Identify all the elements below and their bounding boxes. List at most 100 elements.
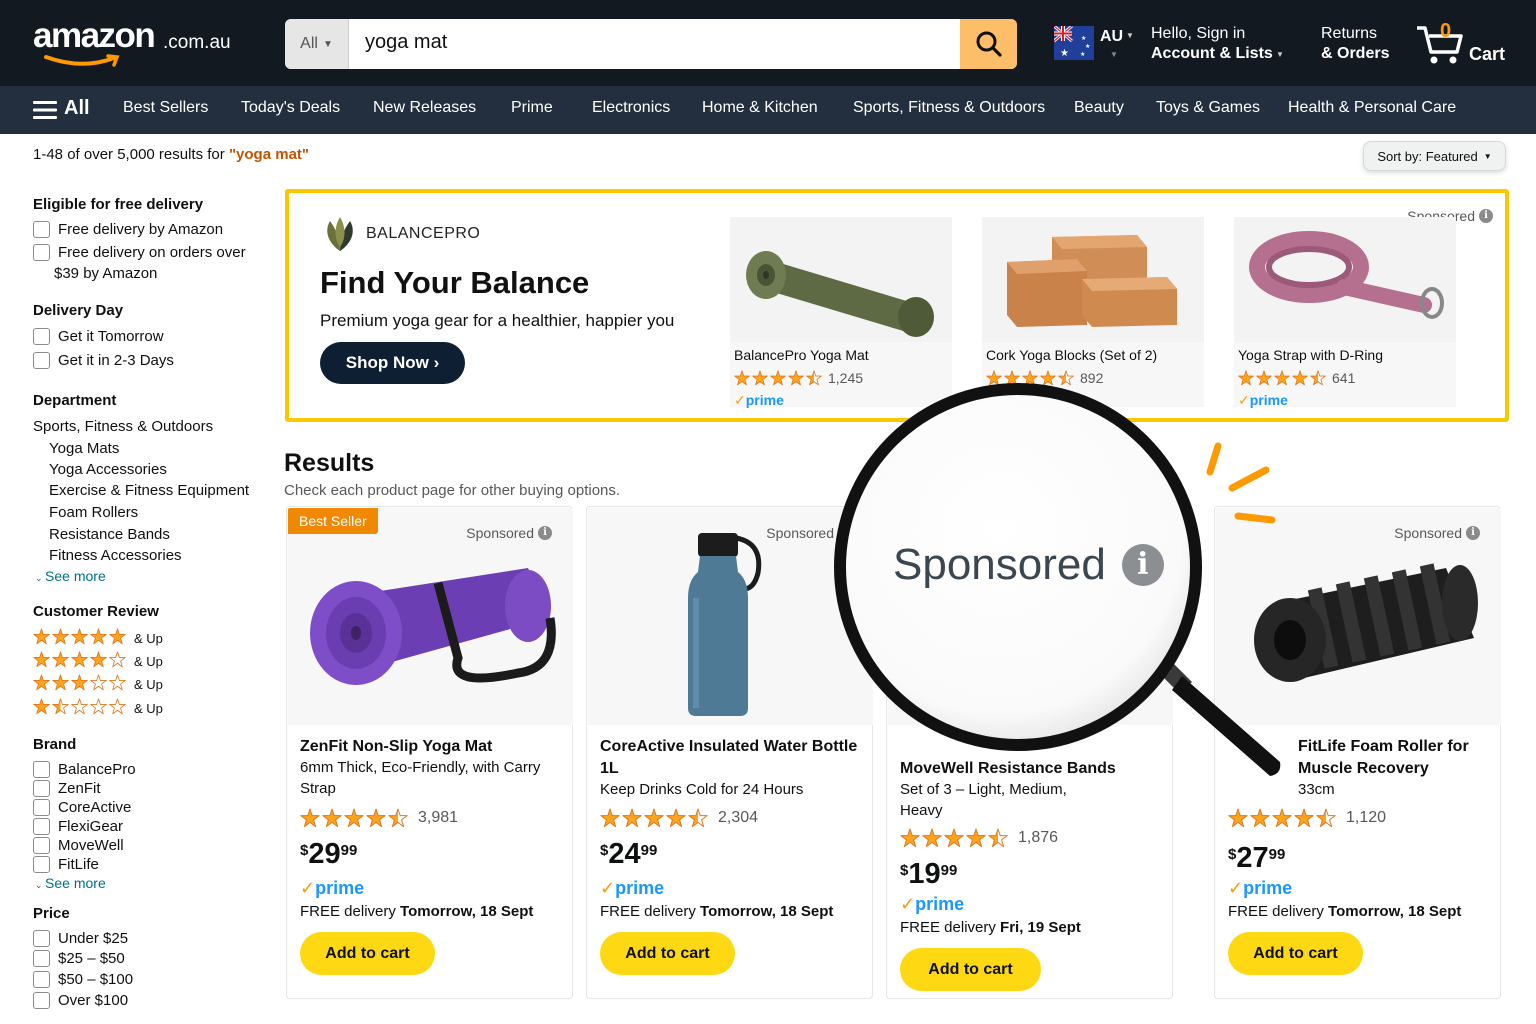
department-parent-link[interactable]: Sports, Fitness & Outdoors (33, 418, 213, 435)
sort-dropdown[interactable]: Sort by: Featured ▼ (1363, 141, 1506, 171)
prime-check-icon: ✓ (900, 894, 916, 914)
banner-product[interactable]: Cork Yoga Blocks (Set of 2) 892 (982, 217, 1204, 407)
nav-new-releases[interactable]: New Releases (373, 99, 476, 117)
checkbox[interactable] (33, 950, 50, 967)
filter-option[interactable]: Free delivery on orders over (33, 244, 246, 261)
greeting-text: Hello, Sign in (1151, 25, 1246, 42)
star-rating (33, 698, 126, 719)
checkbox[interactable] (33, 780, 50, 797)
checkbox[interactable] (33, 992, 50, 1009)
brand-option[interactable]: CoreActive (33, 799, 131, 816)
chevron-down-icon: ⌄ (35, 880, 46, 890)
star-icon (109, 651, 126, 668)
product-card[interactable]: Best Seller Sponsored i ZenFit Non-Slip Y… (286, 506, 573, 999)
review-filter-row[interactable]: & Up (33, 628, 163, 649)
star-icon (366, 808, 386, 828)
star-rating (734, 370, 822, 386)
product-subtitle: 6mm Thick, Eco-Friendly, with Carry Stra… (300, 759, 541, 797)
checkbox[interactable] (33, 818, 50, 835)
product-title[interactable]: FitLife Foam Roller for Muscle Recovery (1298, 736, 1478, 780)
brand-option[interactable]: MoveWell (33, 837, 124, 854)
delivery-info: FREE delivery Tomorrow, 18 Sept (1228, 903, 1462, 920)
star-icon (1294, 808, 1314, 828)
review-filter-row[interactable]: & Up (33, 651, 163, 672)
checkbox[interactable] (33, 856, 50, 873)
department-link[interactable]: Fitness Accessories (49, 547, 182, 564)
star-icon (33, 674, 50, 691)
review-filter-row[interactable]: & Up (33, 698, 163, 719)
nav-todays-deals[interactable]: Today's Deals (241, 99, 340, 117)
nav-home-kitchen[interactable]: Home & Kitchen (702, 99, 818, 117)
nav-beauty[interactable]: Beauty (1074, 99, 1124, 117)
price-option[interactable]: $50 – $100 (33, 971, 133, 988)
star-icon (644, 808, 664, 828)
search-input[interactable] (365, 31, 945, 54)
filter-option[interactable]: Free delivery by Amazon (33, 221, 223, 238)
checkbox[interactable] (33, 837, 50, 854)
filter-option[interactable]: Get it Tomorrow (33, 328, 164, 345)
filter-brand-title: Brand (33, 736, 77, 753)
checkbox[interactable] (33, 799, 50, 816)
product-price: $2799 (1228, 842, 1286, 874)
filter-option[interactable]: Get it in 2-3 Days (33, 352, 174, 369)
brand-option[interactable]: ZenFit (33, 780, 101, 797)
price-option[interactable]: Under $25 (33, 930, 128, 947)
brand-option[interactable]: BalancePro (33, 761, 136, 778)
department-link[interactable]: Resistance Bands (49, 526, 170, 543)
filter-free-delivery-title: Eligible for free delivery (33, 196, 204, 213)
shop-now-button[interactable]: Shop Now › (320, 342, 465, 384)
product-subtitle: Keep Drinks Cold for 24 Hours (600, 781, 804, 798)
search-category-dropdown[interactable]: All ▼ (285, 19, 349, 69)
checkbox[interactable] (33, 930, 50, 947)
star-rating (300, 808, 408, 828)
checkbox[interactable] (33, 352, 50, 369)
search-category-label: All (300, 35, 318, 52)
price-option[interactable]: Over $100 (33, 992, 128, 1009)
brand-see-more[interactable]: ⌄ See more (35, 875, 106, 891)
star-rating (1228, 808, 1336, 828)
add-to-cart-button[interactable]: Add to cart (600, 932, 735, 975)
star-icon (622, 808, 642, 828)
product-rating[interactable]: 3,981 (300, 808, 458, 828)
product-rating[interactable]: 2,304 (600, 808, 758, 828)
product-rating[interactable]: 1,876 (900, 828, 1058, 848)
sparkle-lines (1206, 442, 1276, 524)
nav-best-sellers[interactable]: Best Sellers (123, 99, 208, 117)
department-link[interactable]: Yoga Accessories (49, 461, 167, 478)
nav-prime[interactable]: Prime (511, 99, 553, 117)
region-label: AU (1100, 28, 1124, 45)
brand-option[interactable]: FlexiGear (33, 818, 123, 835)
banner-product[interactable]: Yoga Strap with D-Ring 641 ✓prime (1234, 217, 1456, 408)
star-icon (300, 808, 320, 828)
product-sponsored-label[interactable]: Sponsoredi (466, 525, 552, 541)
star-icon (944, 828, 964, 848)
review-count: 1,876 (1018, 829, 1059, 846)
add-to-cart-button[interactable]: Add to cart (1228, 932, 1363, 975)
add-to-cart-button[interactable]: Add to cart (900, 948, 1041, 991)
checkbox[interactable] (33, 244, 50, 261)
nav-electronics[interactable]: Electronics (592, 99, 670, 117)
add-to-cart-button[interactable]: Add to cart (300, 932, 435, 975)
nav-sports-fitness[interactable]: Sports, Fitness & Outdoors (853, 99, 1045, 117)
star-icon (33, 651, 50, 668)
checkbox[interactable] (33, 761, 50, 778)
department-link[interactable]: Foam Rollers (49, 504, 138, 521)
search-button[interactable] (960, 19, 1017, 69)
checkbox[interactable] (33, 328, 50, 345)
nav-toys-games[interactable]: Toys & Games (1156, 99, 1260, 117)
checkbox[interactable] (33, 971, 50, 988)
price-option[interactable]: $25 – $50 (33, 950, 125, 967)
brand-option[interactable]: FitLife (33, 856, 99, 873)
product-title[interactable]: ZenFit Non-Slip Yoga Mat (300, 736, 560, 758)
product-sponsored-label[interactable]: Sponsoredi (1394, 525, 1480, 541)
cart-count: 0 (1440, 20, 1452, 42)
star-icon (1250, 808, 1270, 828)
department-link[interactable]: Yoga Mats (49, 440, 119, 457)
checkbox[interactable] (33, 221, 50, 238)
department-link[interactable]: Exercise & Fitness Equipment (49, 482, 249, 499)
review-filter-row[interactable]: & Up (33, 674, 163, 695)
nav-health-personal-care[interactable]: Health & Personal Care (1288, 99, 1456, 117)
product-rating[interactable]: 1,120 (1228, 808, 1386, 828)
banner-product[interactable]: BalancePro Yoga Mat 1,245 ✓prime (730, 217, 952, 408)
department-see-more[interactable]: ⌄ See more (35, 568, 106, 584)
